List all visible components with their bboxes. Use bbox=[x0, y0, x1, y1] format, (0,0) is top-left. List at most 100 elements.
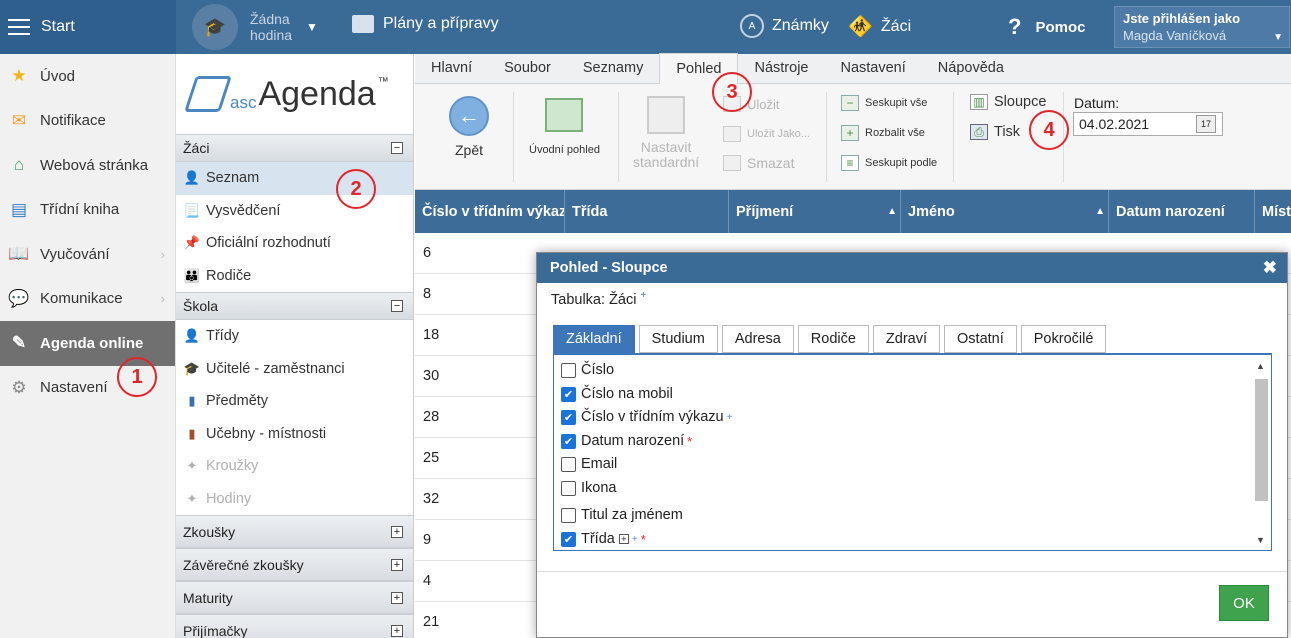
menu-tridy[interactable]: 👤 Třídy bbox=[176, 320, 413, 353]
calendar-icon[interactable]: 17 bbox=[1196, 115, 1216, 133]
menu-oficialni-rozhodnuti[interactable]: 📌 Oficiální rozhodnutí bbox=[176, 227, 413, 260]
nav-webova-stranka[interactable]: ⌂ Webová stránka bbox=[0, 143, 175, 188]
menu-nastroje[interactable]: Nástroje bbox=[738, 53, 824, 83]
home-view-button[interactable]: Úvodní pohled bbox=[529, 98, 600, 156]
pupils-button[interactable]: 🚸 Žáci bbox=[848, 14, 911, 39]
menu-vysvedceni[interactable]: 📃 Vysvědčení bbox=[176, 195, 413, 228]
section-zaverecne[interactable]: Závěrečné zkoušky + bbox=[176, 548, 413, 581]
tab-studium[interactable]: Studium bbox=[638, 325, 718, 353]
menu-ucitele[interactable]: 🎓 Učitelé - zaměstnanci bbox=[176, 353, 413, 386]
collapse-icon[interactable]: − bbox=[391, 300, 403, 312]
nav-vyucovani[interactable]: 📖 Vyučování › bbox=[0, 232, 175, 277]
expand-icon[interactable]: + bbox=[391, 592, 403, 604]
tab-rodice[interactable]: Rodiče bbox=[797, 325, 869, 353]
ok-button[interactable]: OK bbox=[1219, 585, 1269, 621]
option-titul-za-jmenem[interactable]: Titul za jménem bbox=[561, 507, 683, 523]
nav-agenda-online[interactable]: ✎ Agenda online bbox=[0, 321, 175, 366]
menu-napoveda[interactable]: Nápověda bbox=[922, 53, 1020, 83]
print-button[interactable]: ⎙ Tisk bbox=[970, 124, 1020, 140]
menu-ucebny[interactable]: ▮ Učebny - místnosti bbox=[176, 418, 413, 451]
trash-icon bbox=[723, 155, 741, 171]
col-prijmeni[interactable]: Příjmení ▲ bbox=[729, 190, 901, 233]
columns-label: Sloupce bbox=[994, 94, 1047, 110]
col-jmeno[interactable]: Jméno ▲ bbox=[901, 190, 1109, 233]
collapse-icon[interactable]: − bbox=[391, 142, 403, 154]
checkbox[interactable]: ✔ bbox=[561, 531, 576, 547]
option-email[interactable]: Email bbox=[561, 456, 617, 472]
menu-predmety[interactable]: ▮ Předměty bbox=[176, 385, 413, 418]
grades-button[interactable]: A Známky bbox=[740, 14, 829, 38]
tab-zakladni[interactable]: Základní bbox=[553, 325, 635, 353]
user-menu[interactable]: Jste přihlášen jako Magda Vaníčková ▼ bbox=[1114, 6, 1290, 48]
col-cislo-vykaz[interactable]: Číslo v třídním výkazu bbox=[415, 190, 565, 233]
section-zaci[interactable]: Žáci − bbox=[176, 134, 413, 162]
nav-uvod[interactable]: ★ Úvod bbox=[0, 54, 175, 99]
checkbox[interactable] bbox=[561, 480, 576, 496]
menu-rodice[interactable]: 👪 Rodiče bbox=[176, 260, 413, 293]
expand-icon[interactable]: + bbox=[391, 559, 403, 571]
section-zkousky[interactable]: Zkoušky + bbox=[176, 515, 413, 548]
section-maturity[interactable]: Maturity + bbox=[176, 581, 413, 614]
checkbox[interactable] bbox=[561, 507, 576, 523]
scroll-down-icon[interactable]: ▼ bbox=[1256, 535, 1265, 545]
col-misto[interactable]: Místo bbox=[1255, 190, 1291, 233]
chat-icon: 💬 bbox=[8, 288, 30, 308]
delete-button[interactable]: Smazat bbox=[723, 155, 794, 171]
scrollbar[interactable]: ▲ ▼ bbox=[1253, 361, 1269, 545]
date-field[interactable]: 04.02.2021 17 bbox=[1073, 112, 1223, 136]
option-cislo-vykaz[interactable]: ✔ Číslo v třídním výkazu + bbox=[561, 409, 732, 425]
columns-button[interactable]: ▥ Sloupce bbox=[970, 94, 1046, 110]
menu-soubor[interactable]: Soubor bbox=[488, 53, 567, 83]
checkbox[interactable]: ✔ bbox=[561, 409, 576, 425]
expand-all-button[interactable]: + Rozbalit vše bbox=[841, 125, 925, 141]
tab-pokrocile[interactable]: Pokročilé bbox=[1020, 325, 1107, 353]
set-standard-button[interactable]: Nastavit standardní bbox=[633, 96, 699, 170]
book-icon: ▮ bbox=[188, 393, 196, 409]
envelope-icon: ✉ bbox=[11, 110, 27, 130]
help-button[interactable]: ? Pomoc bbox=[1008, 14, 1085, 40]
expand-icon[interactable]: + bbox=[391, 625, 403, 637]
back-button[interactable]: ← Zpět bbox=[449, 96, 489, 158]
tab-ostatni[interactable]: Ostatní bbox=[944, 325, 1017, 353]
scroll-up-icon[interactable]: ▲ bbox=[1256, 361, 1265, 371]
option-cislo[interactable]: Číslo bbox=[561, 362, 614, 378]
col-datum-narozeni[interactable]: Datum narození bbox=[1109, 190, 1255, 233]
menu-seznam[interactable]: 👤 Seznam bbox=[176, 162, 413, 195]
nav-tridni-kniha[interactable]: ▤ Třídní kniha bbox=[0, 188, 175, 233]
nav-label: Webová stránka bbox=[40, 156, 149, 174]
tab-adresa[interactable]: Adresa bbox=[721, 325, 794, 353]
option-cislo-na-mobil[interactable]: ✔ Číslo na mobil bbox=[561, 386, 673, 402]
col-trida[interactable]: Třída bbox=[565, 190, 729, 233]
checkbox[interactable] bbox=[561, 362, 576, 378]
hour-selector[interactable]: 🎓 Žádna hodina ▼ bbox=[192, 4, 318, 50]
arrow-left-icon: ← bbox=[449, 96, 489, 136]
nav-komunikace[interactable]: 💬 Komunikace › bbox=[0, 277, 175, 322]
expand-icon[interactable]: + bbox=[391, 526, 403, 538]
close-icon[interactable]: ✖ bbox=[1263, 258, 1277, 278]
save-as-button[interactable]: Uložit Jako... bbox=[723, 126, 810, 142]
option-datum-narozeni[interactable]: ✔ Datum narození * bbox=[561, 433, 692, 449]
section-prijimacky[interactable]: Přijímačky + bbox=[176, 614, 413, 638]
table-label-text: Tabulka: Žáci bbox=[551, 291, 637, 308]
menu-hodiny[interactable]: ✦ Hodiny bbox=[176, 483, 413, 516]
menu-hlavni[interactable]: Hlavní bbox=[415, 53, 488, 83]
menu-nastaveni[interactable]: Nastavení bbox=[824, 53, 921, 83]
group-all-button[interactable]: − Seskupit vše bbox=[841, 95, 927, 111]
checkbox[interactable] bbox=[561, 456, 576, 472]
cell-number: 25 bbox=[423, 450, 440, 466]
plans-button[interactable]: Plány a přípravy bbox=[352, 15, 499, 33]
section-skola[interactable]: Škola − bbox=[176, 292, 413, 320]
checkbox[interactable]: ✔ bbox=[561, 433, 576, 449]
nav-notifikace[interactable]: ✉ Notifikace bbox=[0, 99, 175, 144]
option-trida[interactable]: ✔ Třída + + * bbox=[561, 531, 646, 547]
start-button[interactable]: Start bbox=[0, 0, 176, 54]
menu-krouzky[interactable]: ✦ Kroužky bbox=[176, 450, 413, 483]
dialog-title: Pohled - Sloupce bbox=[550, 260, 668, 276]
scrollbar-thumb[interactable] bbox=[1255, 379, 1268, 501]
expand-icon[interactable]: + bbox=[618, 534, 629, 544]
group-by-button[interactable]: ≡ Seskupit podle bbox=[841, 155, 937, 171]
tab-zdravi[interactable]: Zdraví bbox=[872, 325, 941, 353]
option-ikona[interactable]: Ikona bbox=[561, 480, 616, 496]
checkbox[interactable]: ✔ bbox=[561, 386, 576, 402]
menu-seznamy[interactable]: Seznamy bbox=[567, 53, 659, 83]
